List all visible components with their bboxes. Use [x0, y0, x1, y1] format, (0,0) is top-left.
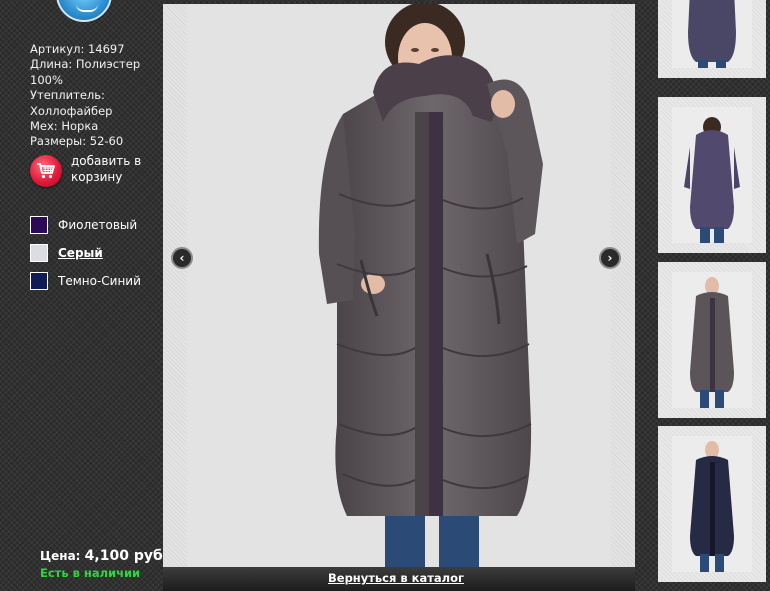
thumbnail-photo — [672, 107, 752, 243]
spec-article: Артикул: 14697 — [30, 42, 125, 56]
product-info-panel: Артикул: 14697 Длина: Полиэстер 100% Уте… — [0, 0, 168, 591]
thumbnail-photo — [672, 272, 752, 408]
chevron-right-icon: › — [607, 251, 613, 265]
color-label: Темно-Синий — [58, 274, 141, 288]
color-swatch — [30, 244, 48, 262]
thumbnail-2[interactable] — [658, 97, 766, 253]
price-label: Цена: — [40, 549, 81, 563]
back-to-catalog-link[interactable]: Вернуться в каталог — [328, 571, 464, 585]
gallery-prev-button[interactable]: ‹ — [171, 247, 193, 269]
logo-swoosh-icon — [76, 4, 98, 12]
thumbnail-photo — [672, 436, 752, 572]
thumbnail-photo — [672, 0, 752, 68]
thumbnail-4[interactable] — [658, 426, 766, 582]
color-option-violet[interactable]: Фиолетовый — [30, 215, 160, 243]
price: Цена: 4,100 руб. — [40, 548, 168, 564]
spec-insulation-value: Холлофайбер — [30, 103, 113, 118]
color-swatch — [30, 216, 48, 234]
color-swatch — [30, 272, 48, 290]
color-option-gray[interactable]: Серый — [30, 243, 160, 271]
main-product-photo[interactable] — [187, 4, 611, 568]
spec-sizes: Размеры: 52-60 — [30, 134, 124, 149]
main-image-frame — [163, 4, 635, 568]
price-value: 4,100 руб. — [84, 548, 169, 564]
logo[interactable] — [56, 0, 112, 22]
color-option-navy[interactable]: Темно-Синий — [30, 271, 160, 299]
color-label: Фиолетовый — [58, 218, 138, 232]
thumbnail-strip — [658, 0, 766, 591]
spec-insulation: Утеплитель: — [30, 88, 105, 103]
stock-status: Есть в наличии — [40, 566, 141, 580]
spec-length-cont: 100% — [30, 72, 63, 87]
back-to-catalog-bar: Вернуться в каталог — [163, 567, 635, 591]
add-to-cart-button[interactable]: добавить в корзину — [30, 153, 160, 187]
chevron-left-icon: ‹ — [179, 251, 185, 265]
spec-fur: Мех: Норка — [30, 119, 99, 134]
color-label: Серый — [58, 246, 103, 260]
spec-length: Длина: Полиэстер — [30, 57, 141, 72]
add-to-cart-label: добавить в корзину — [71, 154, 142, 184]
thumbnail-3[interactable] — [658, 262, 766, 418]
color-options: Фиолетовый Серый Темно-Синий — [30, 215, 160, 299]
product-specs: Артикул: 14697 Длина: Полиэстер 100% Уте… — [30, 42, 160, 150]
gallery-next-button[interactable]: › — [599, 247, 621, 269]
shopping-cart-icon — [30, 155, 62, 187]
thumbnail-1[interactable] — [658, 0, 766, 78]
